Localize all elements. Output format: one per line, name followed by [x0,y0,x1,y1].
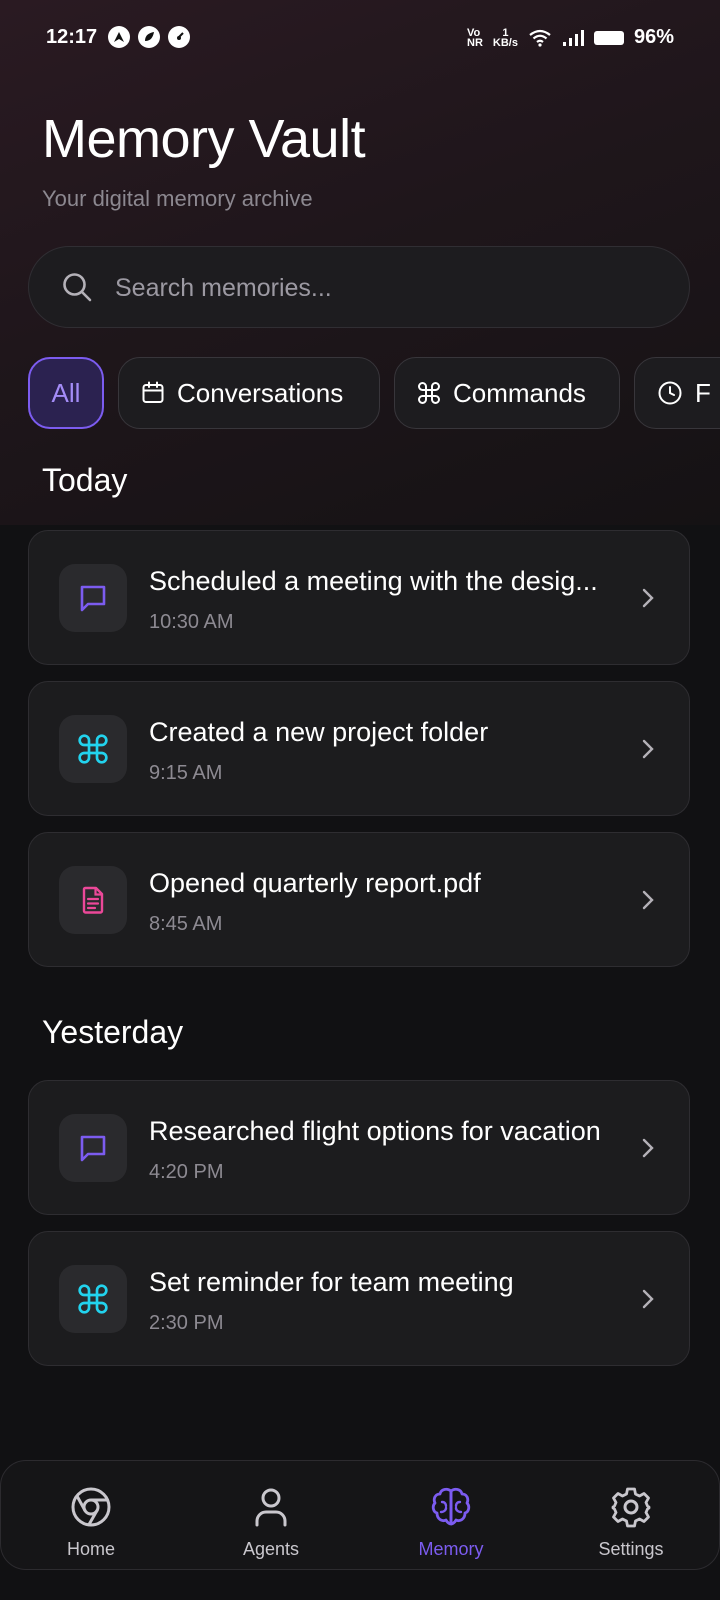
section-title-yesterday: Yesterday [42,1014,184,1050]
filter-chip-label: Commands [453,377,586,408]
nav-icon-container [251,1485,291,1529]
card-icon-container [59,866,127,934]
section-title-today: Today [42,462,128,498]
memory-card[interactable]: Opened quarterly report.pdf 8:45 AM [28,832,690,967]
battery-icon [593,30,624,45]
card-title: Created a new project folder [149,717,489,747]
card-title: Set reminder for team meeting [149,1267,514,1297]
calendar-icon [142,381,164,403]
filter-chip-label: F [695,377,711,408]
command-icon [78,734,108,764]
search-bar[interactable] [28,246,690,328]
filter-chip-all[interactable]: All [28,357,104,429]
nav-icon-container [70,1485,112,1529]
filter-chip-partial[interactable]: F [634,357,720,429]
network-label-top: Vo [467,26,481,39]
document-icon [82,886,104,914]
page-title: Memory Vault [42,109,366,169]
page-subtitle: Your digital memory archive [42,186,313,211]
filter-chip-commands[interactable]: Commands [394,357,620,429]
system-indicators: Vo NR 1 KB/s 96% [467,26,674,49]
card-title: Researched flight options for vacation [149,1116,601,1146]
memory-card[interactable]: Researched flight options for vacation 4… [28,1080,690,1215]
filter-chip-conversations[interactable]: Conversations [118,357,380,429]
card-time: 9:15 AM [149,762,223,784]
chat-icon [80,1135,106,1162]
card-time: 2:30 PM [149,1312,224,1334]
card-title: Scheduled a meeting with the desig... [149,566,598,596]
filter-chip-label: Conversations [177,377,344,408]
leaf-icon [138,26,160,48]
battery-percent: 96% [633,26,674,48]
brain-icon [431,1487,471,1526]
notification-icons [108,26,190,48]
data-speed: 1 KB/s [492,26,518,49]
nav-label: Home [66,1539,115,1559]
chevron-right-icon [642,588,654,608]
command-icon [78,1284,108,1314]
memory-card[interactable]: Created a new project folder 9:15 AM [28,681,690,816]
chevron-right-icon [642,1289,654,1309]
signal-icon [562,29,584,46]
status-bar: 12:17 Vo NR 1 KB/s 96% [0,0,720,80]
chat-icon [80,585,106,612]
card-time: 8:45 AM [149,913,223,935]
chrome-icon [71,1487,111,1527]
nav-label: Settings [598,1539,664,1559]
nav-arrow-icon [108,26,130,48]
nav-item-home[interactable]: Home [1,1461,181,1571]
gear-icon [611,1487,651,1528]
card-icon-container [59,564,127,632]
filter-chips: All Conversations Commands F [28,357,720,431]
speed-value: 1 [502,26,509,39]
command-icon [418,382,440,404]
speed-unit: KB/s [492,36,518,49]
card-icon-container [59,715,127,783]
nav-label: Agents [242,1539,300,1559]
person-icon [255,1488,287,1527]
nav-item-settings[interactable]: Settings [541,1461,720,1571]
card-icon-container [59,1114,127,1182]
volte-indicator: Vo NR [467,26,483,49]
nav-item-memory[interactable]: Memory [361,1461,541,1571]
search-icon [63,273,92,302]
chevron-right-icon [642,1138,654,1158]
search-input[interactable] [113,263,657,313]
filter-chip-label: All [51,377,81,408]
status-time: 12:17 [46,26,98,48]
bottom-nav: Home Agents Memory Settings [0,1460,720,1570]
network-label-bottom: NR [467,36,483,49]
memory-card[interactable]: Scheduled a meeting with the desig... 10… [28,530,690,665]
card-time: 10:30 AM [149,611,234,633]
nav-icon-container [429,1485,473,1529]
nav-label: Memory [418,1539,484,1559]
card-time: 4:20 PM [149,1161,224,1183]
wifi-icon [529,29,551,47]
gauge-icon [168,26,190,48]
nav-item-agents[interactable]: Agents [181,1461,361,1571]
chevron-right-icon [642,890,654,910]
card-icon-container [59,1265,127,1333]
memory-card[interactable]: Set reminder for team meeting 2:30 PM [28,1231,690,1366]
chevron-right-icon [642,739,654,759]
card-title: Opened quarterly report.pdf [149,868,481,898]
nav-icon-container [610,1485,652,1529]
clock-icon [658,381,682,405]
